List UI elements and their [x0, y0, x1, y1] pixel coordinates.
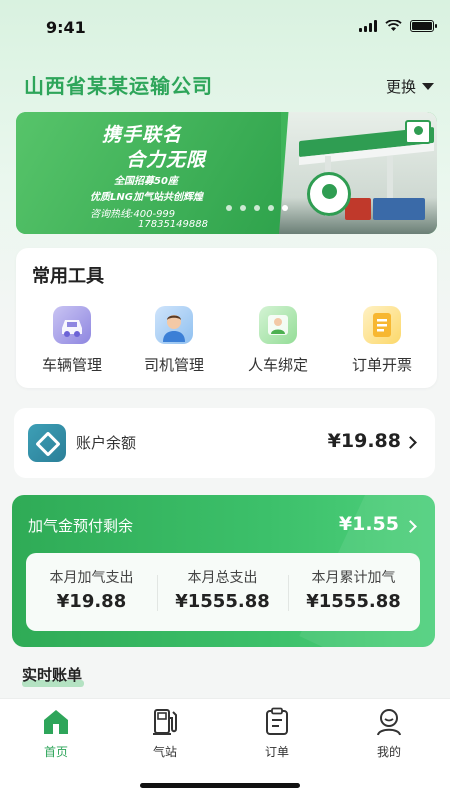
stat-label: 本月总支出 — [187, 570, 258, 586]
tool-person-vehicle-binding[interactable]: 人车绑定 — [228, 306, 328, 382]
gas-station-photo — [279, 112, 437, 234]
tab-label: 气站 — [152, 745, 177, 759]
battery-icon — [410, 20, 437, 32]
tool-label: 车辆管理 — [41, 356, 102, 374]
bind-icon — [259, 306, 297, 344]
stat-value: ¥1555.88 — [306, 591, 401, 612]
status-bar: 9:41 — [0, 0, 450, 54]
home-indicator — [140, 783, 300, 788]
tools-title: 常用工具 — [32, 266, 104, 287]
wifi-icon — [385, 20, 402, 31]
gas-prepay-card[interactable]: 加气金预付剩余 ¥1.55 本月加气支出 ¥19.88 本月总支出 ¥1555.… — [12, 495, 435, 647]
tool-label: 司机管理 — [143, 356, 204, 374]
carousel-dots[interactable] — [226, 205, 288, 211]
stat-monthly-total-spend: 本月总支出 ¥1555.88 — [157, 553, 288, 631]
company-name: 山西省某某运输公司 — [24, 74, 213, 98]
stat-label: 本月加气支出 — [49, 570, 134, 586]
tool-label: 订单开票 — [351, 356, 412, 374]
stat-value: ¥1555.88 — [175, 591, 270, 612]
tab-profile[interactable]: 我的 — [333, 707, 445, 767]
balance-amount: ¥19.88 — [327, 430, 401, 452]
tab-gas-station[interactable]: 气站 — [109, 707, 221, 767]
banner-sub-line1: 全国招募50座 — [114, 176, 178, 187]
tab-label: 我的 — [376, 745, 401, 759]
carousel-dot[interactable] — [254, 205, 260, 211]
tab-home[interactable]: 首页 — [0, 707, 112, 767]
carousel-dot[interactable] — [268, 205, 274, 211]
order-icon — [266, 707, 288, 735]
station-logo-icon — [405, 120, 431, 144]
banner-title-line2: 合力无限 — [126, 149, 207, 171]
stat-monthly-gas-spend: 本月加气支出 ¥19.88 — [26, 553, 157, 631]
gas-prepay-label: 加气金预付剩余 — [28, 517, 134, 535]
profile-icon — [377, 709, 401, 736]
account-balance-row[interactable]: 账户余额 ¥19.88 — [14, 408, 435, 478]
driver-icon — [155, 306, 193, 344]
banner-title-line1: 携手联名 — [102, 124, 183, 146]
tab-orders[interactable]: 订单 — [221, 707, 333, 767]
balance-label: 账户余额 — [76, 434, 137, 452]
banner-sub-line2: 优质LNG加气站共创辉煌 — [90, 192, 203, 203]
tools-card: 常用工具 车辆管理 司机管理 人车绑定 订单开票 — [16, 248, 437, 388]
tab-label: 订单 — [264, 745, 289, 759]
tab-label: 首页 — [43, 745, 68, 759]
tool-driver-management[interactable]: 司机管理 — [124, 306, 224, 382]
tool-vehicle-management[interactable]: 车辆管理 — [22, 306, 122, 382]
wallet-icon — [28, 424, 66, 462]
header: 山西省某某运输公司 更换 — [24, 70, 434, 100]
tool-order-invoice[interactable]: 订单开票 — [332, 306, 432, 382]
carousel-dot[interactable] — [282, 205, 288, 211]
home-icon — [44, 710, 68, 734]
gas-station-icon — [153, 709, 177, 735]
status-icons — [359, 20, 437, 32]
invoice-icon — [363, 306, 401, 344]
brand-logo-icon — [307, 172, 351, 216]
caret-down-icon — [422, 83, 434, 90]
gas-prepay-amount: ¥1.55 — [338, 513, 399, 535]
switch-label: 更换 — [385, 78, 416, 96]
status-time: 9:41 — [46, 18, 86, 37]
tool-label: 人车绑定 — [247, 356, 308, 374]
promo-banner[interactable]: 携手联名 合力无限 全国招募50座 优质LNG加气站共创辉煌 咨询热线:400-… — [16, 112, 437, 234]
carousel-dot[interactable] — [226, 205, 232, 211]
banner-text-panel: 携手联名 合力无限 全国招募50座 优质LNG加气站共创辉煌 咨询热线:400-… — [16, 112, 281, 234]
monthly-stats-panel: 本月加气支出 ¥19.88 本月总支出 ¥1555.88 本月累计加气 ¥155… — [26, 553, 420, 631]
signal-icon — [359, 20, 377, 32]
stat-label: 本月累计加气 — [311, 570, 396, 586]
stat-monthly-cumulative-gas: 本月累计加气 ¥1555.88 — [288, 553, 419, 631]
banner-hotline: 咨询热线:400-999 — [90, 209, 176, 220]
switch-company-button[interactable]: 更换 — [386, 76, 434, 97]
banner-phone: 17835149888 — [138, 219, 208, 230]
bills-section-title: 实时账单 — [22, 666, 83, 684]
carousel-dot[interactable] — [240, 205, 246, 211]
stat-value: ¥19.88 — [56, 591, 127, 612]
car-icon — [53, 306, 91, 344]
chevron-right-icon — [404, 436, 417, 449]
